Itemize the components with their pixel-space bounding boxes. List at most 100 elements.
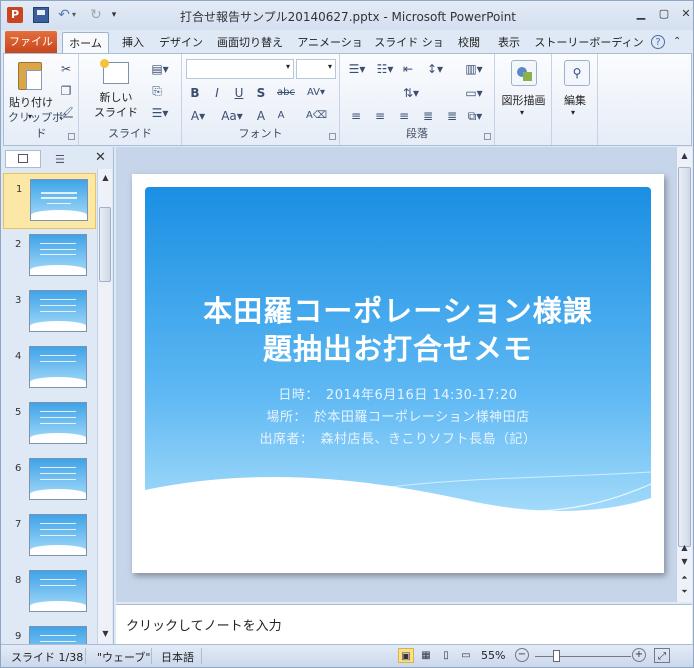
notes-pane[interactable]: クリックしてノートを入力 <box>116 604 692 644</box>
paragraph-launcher-icon[interactable] <box>484 133 491 140</box>
slide-thumbnail[interactable] <box>29 346 87 388</box>
minimize-button[interactable]: ▁ <box>630 5 652 23</box>
close-panel-icon[interactable]: ✕ <box>95 150 106 165</box>
align-center-icon[interactable]: ≡ <box>372 108 388 124</box>
ribbon-minimize-icon[interactable]: ⌃ <box>673 36 681 47</box>
fit-to-window-icon[interactable]: ⤢ <box>654 648 670 663</box>
shrink-font-icon[interactable]: A <box>274 108 288 124</box>
maximize-button[interactable]: ▢ <box>653 5 675 23</box>
zoom-level[interactable]: 55% <box>481 649 505 662</box>
slide-place-line[interactable]: 場所： 於本田羅コーポレーション様神田店 <box>145 406 651 425</box>
bold-icon[interactable]: B <box>188 85 202 101</box>
section-icon[interactable]: ☰▾ <box>149 105 171 121</box>
zoom-slider-knob[interactable] <box>553 650 560 662</box>
slideshow-icon[interactable]: ▭ <box>458 648 474 663</box>
slide-thumbnail[interactable] <box>29 514 87 556</box>
slide-thumb-row[interactable]: 5 <box>3 397 96 453</box>
close-button[interactable]: ✕ <box>675 5 693 23</box>
slide-thumb-row[interactable]: 3 <box>3 285 96 341</box>
tab-insert[interactable]: 挿入 <box>116 32 150 54</box>
change-case-icon[interactable]: Aa▾ <box>220 108 244 124</box>
tab-storyboarding[interactable]: ストーリーボーディング <box>534 32 644 70</box>
slide-thumb-row[interactable]: 7 <box>3 509 96 565</box>
thumbnails-scrollbar[interactable]: ▲ ▼ <box>97 169 112 644</box>
shadow-icon[interactable]: S <box>254 85 268 101</box>
slide-thumbnail[interactable] <box>29 570 87 612</box>
slide-thumbnail[interactable] <box>29 290 87 332</box>
slide-thumbnail[interactable] <box>30 179 88 221</box>
smartart-icon[interactable]: ⧉▾ <box>464 108 486 124</box>
normal-view-icon[interactable]: ▣ <box>398 648 414 663</box>
group-editing[interactable]: ⚲ 編集 ▾ <box>552 54 598 145</box>
cut-icon[interactable]: ✂ <box>58 61 74 77</box>
decrease-indent-icon[interactable]: ⇤ <box>400 61 416 77</box>
tab-outline-view[interactable]: ☰ <box>43 150 79 168</box>
slide-thumb-row[interactable]: 8 <box>3 565 96 621</box>
distribute-icon[interactable]: ≣ <box>444 108 460 124</box>
copy-icon[interactable]: ❐ <box>58 83 74 99</box>
font-size-combobox[interactable]: ▾ <box>296 59 336 79</box>
slide-thumb-row[interactable]: 9 <box>3 621 96 644</box>
language-indicator[interactable]: 日本語 <box>161 649 194 665</box>
columns-icon[interactable]: ▥▾ <box>462 61 486 77</box>
help-icon[interactable]: ? <box>651 35 665 49</box>
zoom-slider[interactable] <box>535 656 631 657</box>
slide-thumb-row[interactable]: 4 <box>3 341 96 397</box>
drawing-dropdown-icon[interactable]: ▾ <box>520 108 524 117</box>
grow-font-icon[interactable]: A <box>254 108 268 124</box>
align-right-icon[interactable]: ≡ <box>396 108 412 124</box>
align-left-icon[interactable]: ≡ <box>348 108 364 124</box>
tab-review[interactable]: 校閲 <box>452 32 486 54</box>
character-spacing-icon[interactable]: AV▾ <box>304 85 328 101</box>
font-launcher-icon[interactable] <box>329 133 336 140</box>
slide-thumbnail[interactable] <box>29 234 87 276</box>
tab-animations[interactable]: アニメーション <box>294 32 366 70</box>
slide-scrollbar[interactable]: ▲ ▲ ▼ ⏶ ⏷ <box>676 147 692 602</box>
slide-title[interactable]: 本田羅コーポレーション様課 題抽出お打合せメモ <box>145 292 651 368</box>
scroll-up-icon[interactable]: ▲ <box>678 149 691 162</box>
editing-dropdown-icon[interactable]: ▾ <box>571 108 575 117</box>
slide-sorter-icon[interactable]: ▦ <box>418 648 434 663</box>
text-direction-icon[interactable]: ⇅▾ <box>400 85 422 101</box>
font-color-icon[interactable]: A▾ <box>188 108 208 124</box>
italic-icon[interactable]: I <box>210 85 224 101</box>
slide-thumb-row[interactable]: 1 <box>3 173 96 229</box>
clear-formatting-icon[interactable]: A⌫ <box>306 108 327 124</box>
tab-slideshow[interactable]: スライド ショー <box>372 32 446 70</box>
slide-thumbnail[interactable] <box>29 402 87 444</box>
line-spacing-icon[interactable]: ↕▾ <box>424 61 446 77</box>
next-slide-icon[interactable]: ⏷ <box>678 585 691 598</box>
align-text-icon[interactable]: ▭▾ <box>462 85 486 101</box>
theme-name[interactable]: "ウェーブ" <box>97 649 150 665</box>
justify-icon[interactable]: ≣ <box>420 108 436 124</box>
group-drawing[interactable]: 図形描画 ▾ <box>495 54 552 145</box>
numbering-icon[interactable]: ☷▾ <box>374 61 396 77</box>
tab-slides-view[interactable] <box>5 150 41 168</box>
slide-thumb-row[interactable]: 2 <box>3 229 96 285</box>
font-name-combobox[interactable]: ▾ <box>186 59 294 79</box>
slide-thumbnail[interactable] <box>29 458 87 500</box>
reset-icon[interactable]: ⎘ <box>149 83 165 99</box>
underline-icon[interactable]: U <box>232 85 246 101</box>
slide-date-line[interactable]: 日時： 2014年6月16日 14:30-17:20 <box>145 384 651 403</box>
slide-attendees-line[interactable]: 出席者： 森村店長、きこりソフト長島（記） <box>145 428 651 447</box>
notes-placeholder[interactable]: クリックしてノートを入力 <box>126 615 282 634</box>
zoom-out-icon[interactable]: − <box>515 648 529 662</box>
scroll-down-icon[interactable]: ▼ <box>678 555 691 568</box>
scroll-down-icon[interactable]: ▼ <box>99 627 112 640</box>
zoom-in-icon[interactable]: + <box>632 648 646 662</box>
scroll-thumb[interactable] <box>678 167 691 547</box>
new-slide-button[interactable]: 新しい スライド <box>89 59 143 122</box>
tab-home[interactable]: ホーム <box>62 32 109 54</box>
paste-button[interactable]: 貼り付け ▾ <box>8 60 54 121</box>
scroll-up-icon[interactable]: ▲ <box>99 171 112 184</box>
reading-view-icon[interactable]: ▯ <box>438 648 454 663</box>
current-slide[interactable]: 本田羅コーポレーション様課 題抽出お打合せメモ 日時： 2014年6月16日 1… <box>132 174 664 573</box>
strikethrough-icon[interactable]: abc <box>276 85 296 101</box>
tab-design[interactable]: デザイン <box>156 32 206 54</box>
scroll-up-icon[interactable]: ▲ <box>678 541 691 554</box>
scroll-thumb[interactable] <box>99 207 111 282</box>
previous-slide-icon[interactable]: ⏶ <box>678 571 691 584</box>
bullets-icon[interactable]: ☰▾ <box>346 61 368 77</box>
tab-transitions[interactable]: 画面切り替え <box>212 32 288 54</box>
